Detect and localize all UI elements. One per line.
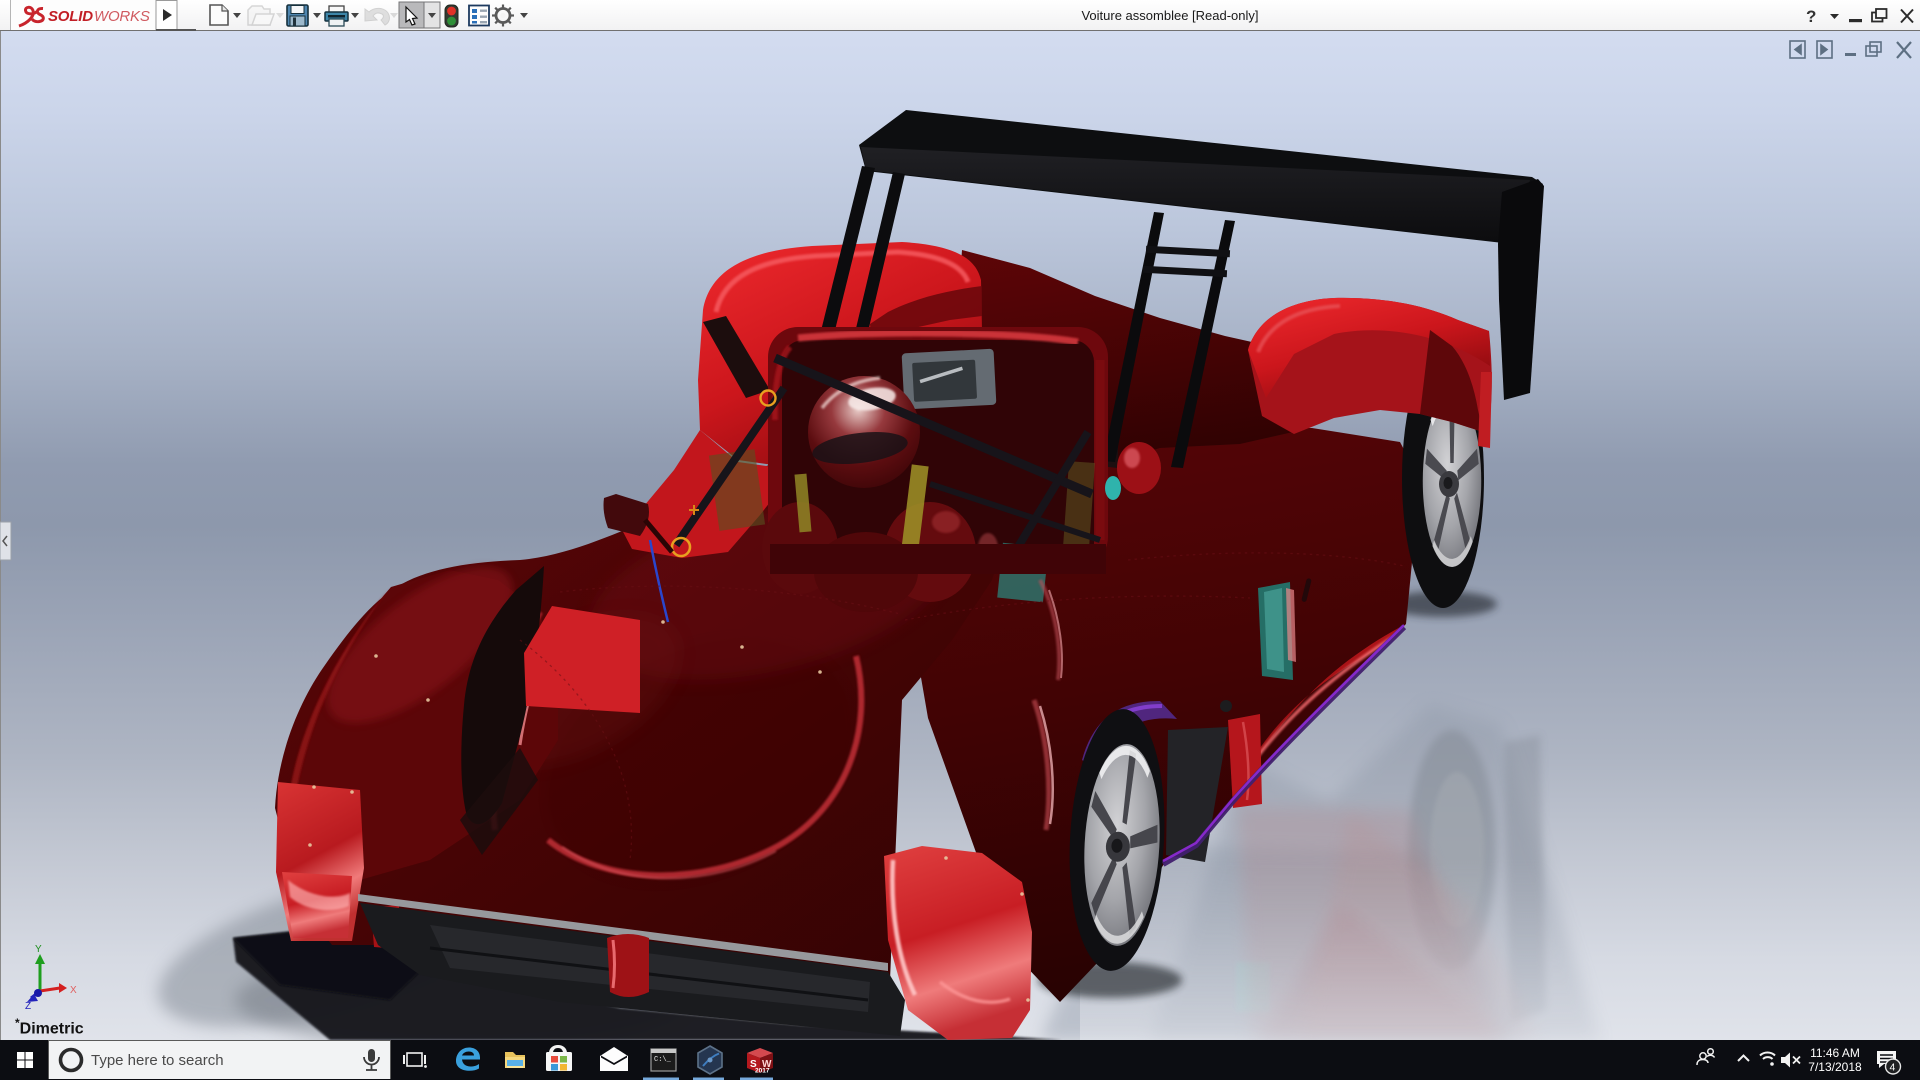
svg-text:Z: Z <box>25 1001 31 1012</box>
svg-text:4: 4 <box>1890 1062 1896 1074</box>
svg-text:WORKS: WORKS <box>94 8 150 25</box>
svg-text:2017: 2017 <box>755 1068 770 1075</box>
svg-text:SOLID: SOLID <box>48 8 93 25</box>
svg-text:?: ? <box>1806 7 1816 26</box>
svg-text:X: X <box>70 985 77 996</box>
svg-text:C:\_: C:\_ <box>654 1056 672 1064</box>
svg-text:Y: Y <box>35 944 42 955</box>
